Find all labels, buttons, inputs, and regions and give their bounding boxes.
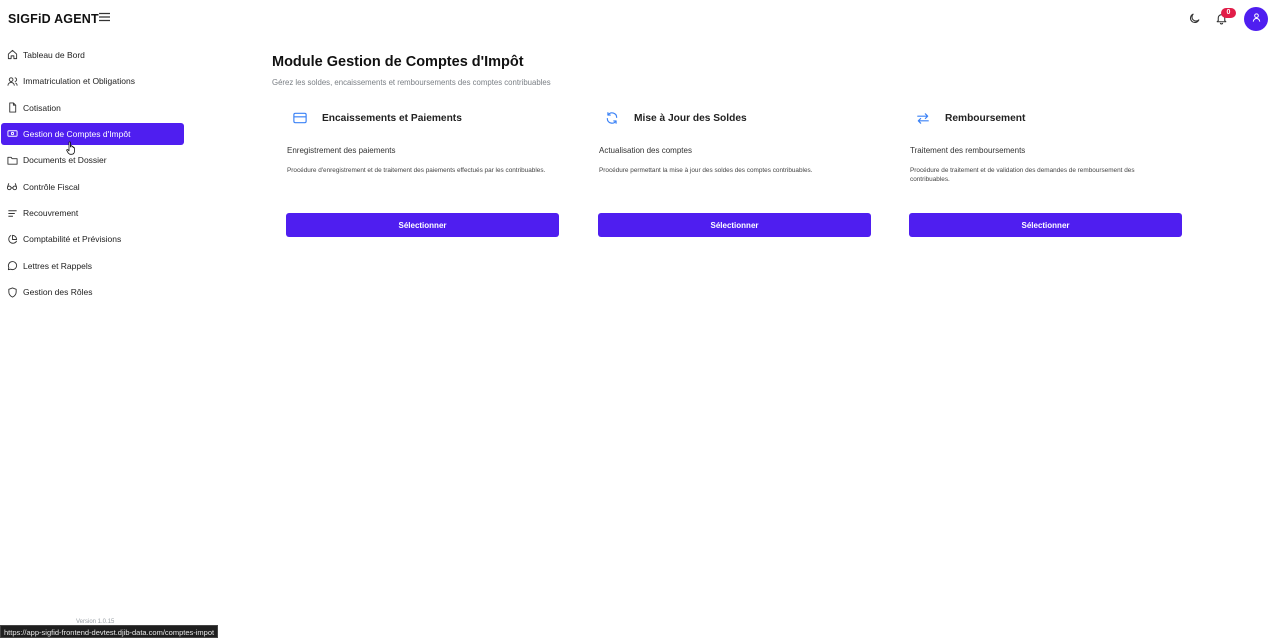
- sidebar-item-label: Tableau de Bord: [23, 49, 85, 60]
- glasses-icon: [6, 181, 18, 193]
- sidebar-item-recouvrement[interactable]: Recouvrement: [1, 202, 184, 224]
- sidebar-item-label: Recouvrement: [23, 208, 79, 219]
- card-description: Procédure permettant la mise à jour des …: [599, 167, 813, 174]
- shield-icon: [6, 286, 18, 298]
- message-icon: [6, 260, 18, 272]
- folder-icon: [6, 154, 18, 166]
- hand-pointer-cursor-icon: [66, 141, 76, 155]
- sidebar-item-gestion-roles[interactable]: Gestion des Rôles: [1, 282, 184, 304]
- sidebar-item-controle-fiscal[interactable]: Contrôle Fiscal: [1, 176, 184, 198]
- sidebar-item-immatriculation[interactable]: Immatriculation et Obligations: [1, 70, 184, 92]
- card-subtitle: Enregistrement des paiements: [287, 146, 396, 155]
- sidebar-item-tableau-de-bord[interactable]: Tableau de Bord: [1, 44, 184, 66]
- user-avatar-button[interactable]: [1244, 7, 1268, 31]
- page-title: Module Gestion de Comptes d'Impôt: [272, 54, 524, 70]
- pie-chart-icon: [6, 233, 18, 245]
- banknote-icon: [6, 128, 18, 140]
- card-title: Mise à Jour des Soldes: [634, 112, 747, 124]
- hamburger-menu-icon[interactable]: [99, 12, 113, 24]
- dark-mode-moon-icon[interactable]: [1188, 12, 1202, 26]
- sidebar: Tableau de Bord Immatriculation et Oblig…: [0, 44, 188, 308]
- card-title: Encaissements et Paiements: [322, 112, 462, 124]
- sidebar-item-label: Lettres et Rappels: [23, 260, 92, 271]
- arrows-exchange-icon: [915, 111, 931, 125]
- sidebar-item-label: Gestion de Comptes d'Impôt: [23, 128, 131, 139]
- users-icon: [6, 75, 18, 87]
- user-icon: [1251, 10, 1262, 28]
- sidebar-item-comptabilite[interactable]: Comptabilité et Prévisions: [1, 229, 184, 251]
- sidebar-item-cotisation[interactable]: Cotisation: [1, 97, 184, 119]
- card-description: Procédure d'enregistrement et de traitem…: [287, 167, 546, 174]
- browser-status-url: https://app-sigfid-frontend-devtest.djib…: [0, 625, 219, 638]
- sidebar-item-label: Cotisation: [23, 102, 61, 113]
- card-header: Mise à Jour des Soldes: [604, 110, 747, 126]
- sidebar-item-gestion-comptes-impot[interactable]: Gestion de Comptes d'Impôt: [1, 123, 184, 145]
- card-subtitle: Traitement des remboursements: [910, 146, 1026, 155]
- top-bar: SIGFiD AGENT 0: [0, 0, 1280, 38]
- card-header: Remboursement: [915, 110, 1025, 126]
- notification-count-badge: 0: [1221, 8, 1236, 18]
- page-subtitle: Gérez les soldes, encaissements et rembo…: [272, 78, 551, 87]
- select-button[interactable]: Sélectionner: [598, 213, 871, 237]
- card-subtitle: Actualisation des comptes: [599, 146, 692, 155]
- sidebar-item-label: Immatriculation et Obligations: [23, 76, 135, 87]
- sidebar-item-label: Contrôle Fiscal: [23, 181, 80, 192]
- sidebar-item-lettres-rappels[interactable]: Lettres et Rappels: [1, 255, 184, 277]
- card-remboursement: Remboursement Traitement des rembourseme…: [909, 104, 1182, 244]
- sidebar-item-label: Documents et Dossier: [23, 155, 107, 166]
- select-button[interactable]: Sélectionner: [286, 213, 559, 237]
- sidebar-item-label: Gestion des Rôles: [23, 287, 93, 298]
- refresh-icon: [604, 111, 620, 125]
- card-title: Remboursement: [945, 112, 1026, 124]
- document-icon: [6, 102, 18, 114]
- app-brand: SIGFiD AGENT: [8, 12, 99, 26]
- list-icon: [6, 207, 18, 219]
- home-icon: [6, 49, 18, 61]
- sidebar-item-label: Comptabilité et Prévisions: [23, 234, 122, 245]
- card-header: Encaissements et Paiements: [292, 110, 462, 126]
- credit-card-icon: [292, 111, 308, 125]
- card-description: Procédure de traitement et de validation…: [910, 167, 1135, 184]
- select-button[interactable]: Sélectionner: [909, 213, 1182, 237]
- card-encaissements: Encaissements et Paiements Enregistremen…: [286, 104, 559, 244]
- card-mise-a-jour-soldes: Mise à Jour des Soldes Actualisation des…: [598, 104, 871, 244]
- sidebar-item-documents[interactable]: Documents et Dossier: [1, 150, 184, 172]
